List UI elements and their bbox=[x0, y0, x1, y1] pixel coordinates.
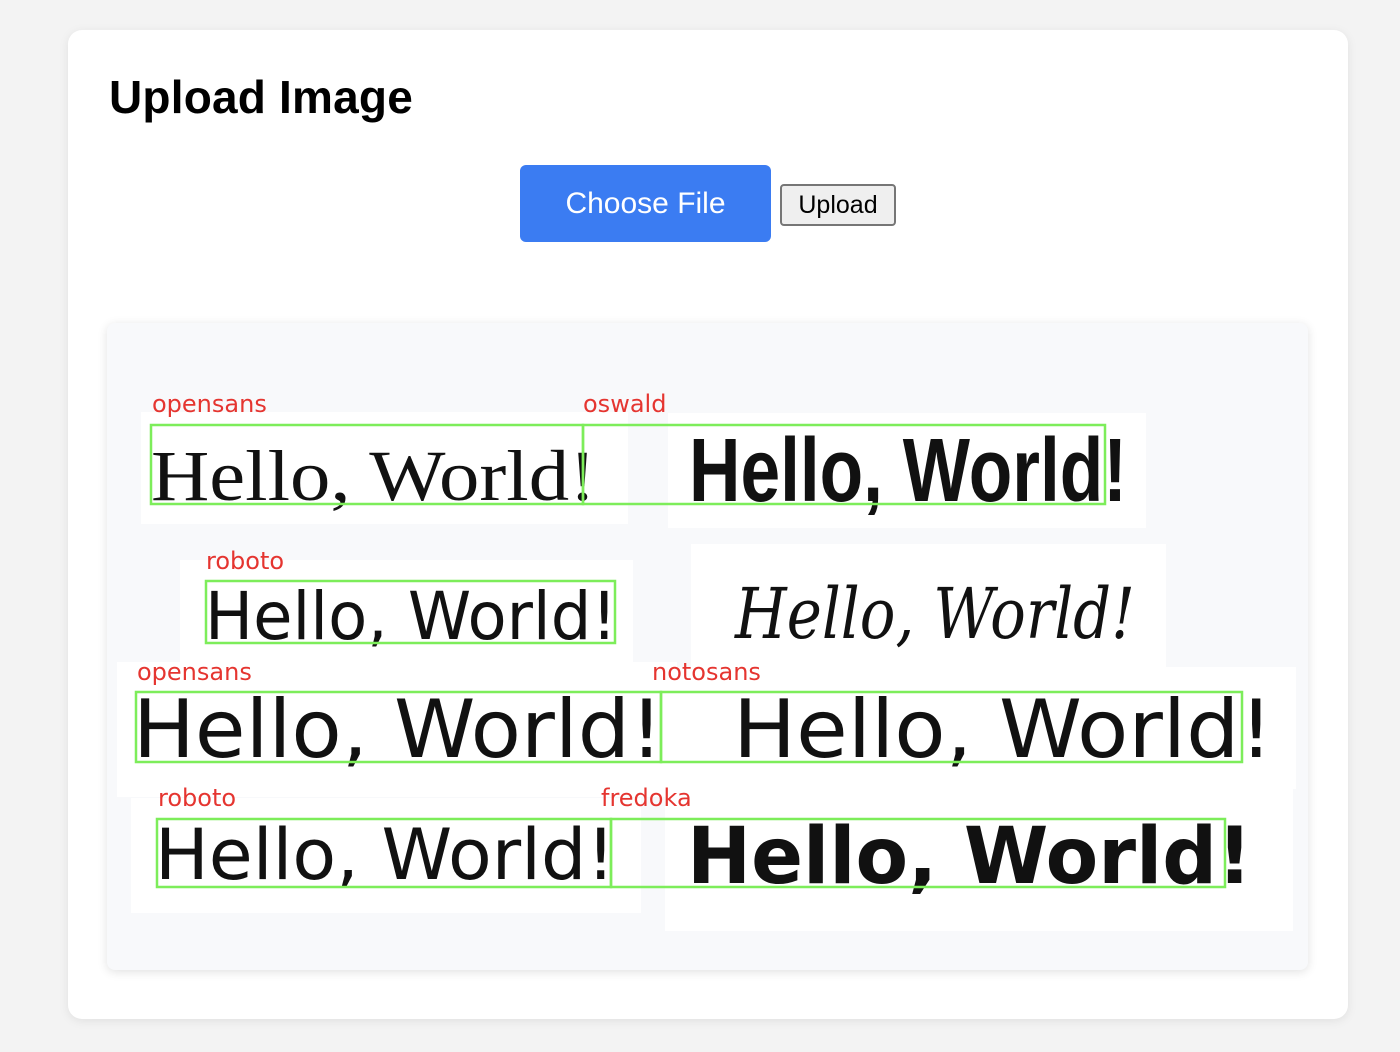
font-label-6: roboto bbox=[158, 784, 236, 812]
annotated-font-detection-image: Hello, World! Hello, World! Hello, World… bbox=[117, 390, 1296, 931]
font-label-7: fredoka bbox=[601, 784, 692, 812]
page-title: Upload Image bbox=[109, 71, 414, 123]
font-label-5: notosans bbox=[652, 658, 761, 686]
font-label-2: oswald bbox=[583, 390, 666, 418]
sample-text-7: Hello, World! bbox=[155, 814, 615, 896]
font-label-4: opensans bbox=[137, 658, 252, 686]
sample-text-4: Hello, World! bbox=[733, 573, 1135, 655]
font-label-1: opensans bbox=[152, 390, 267, 418]
sample-text-2: Hello, World! bbox=[689, 421, 1127, 521]
upload-button[interactable]: Upload bbox=[780, 184, 896, 226]
font-label-3: roboto bbox=[206, 547, 284, 575]
result-image: Hello, World! Hello, World! Hello, World… bbox=[107, 323, 1308, 970]
sample-text-8: Hello, World! bbox=[687, 812, 1252, 902]
upload-card: Upload Image Choose File Upload Hello, W… bbox=[68, 30, 1348, 1019]
choose-file-button[interactable]: Choose File bbox=[520, 165, 771, 242]
